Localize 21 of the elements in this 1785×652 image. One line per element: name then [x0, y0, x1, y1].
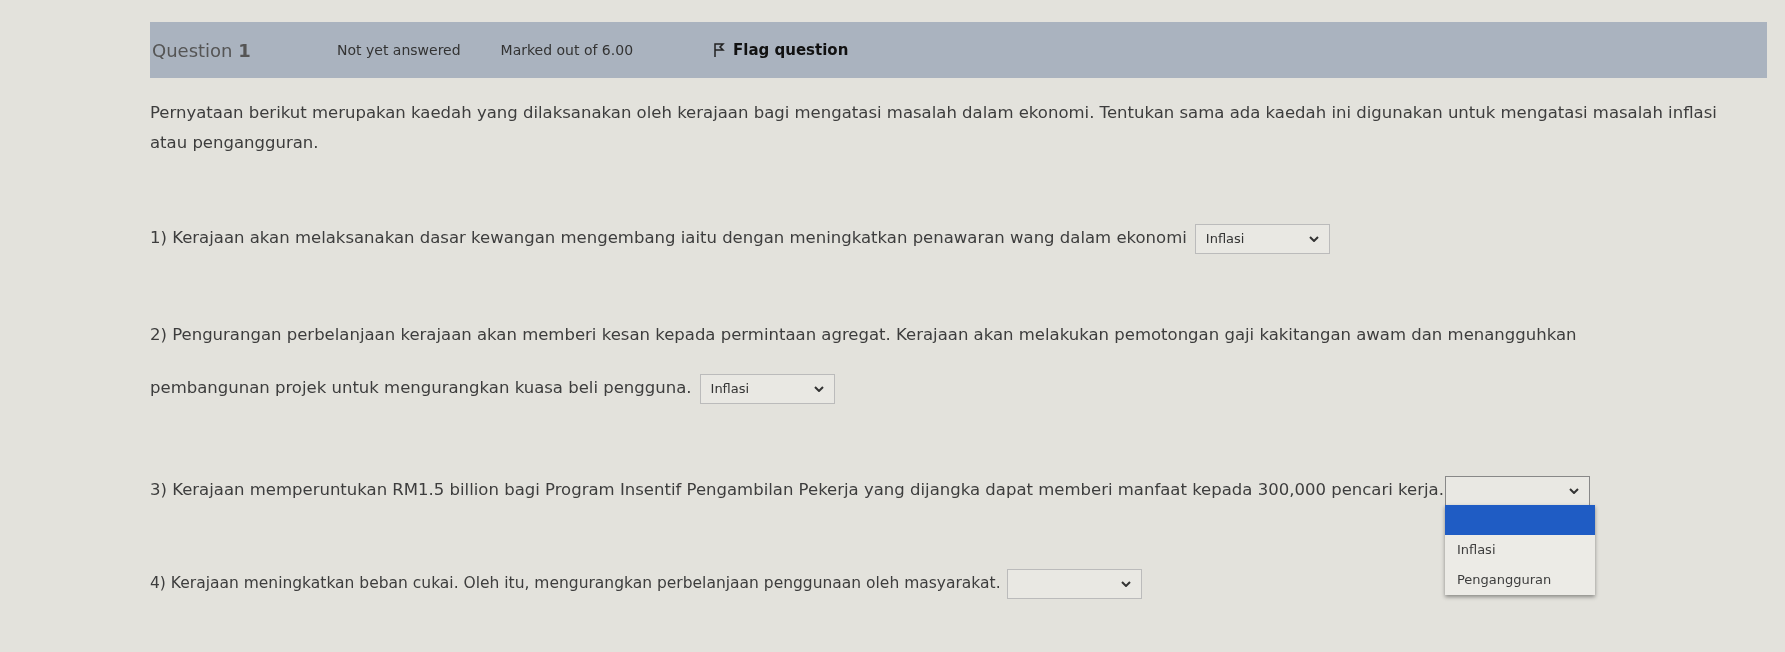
answer-dropdown[interactable]: Inflasi — [1194, 224, 1330, 254]
flag-icon — [713, 42, 726, 58]
answer-dropdown[interactable]: Inflasi — [699, 373, 835, 404]
flag-question-link[interactable]: Flag question — [713, 41, 849, 59]
statement-text: 3) Kerajaan memperuntukan RM1.5 billion bagi Program Insentif Pengambilan Pekerja yang dijangka dapat memberi manfaat kepada 300,000 pencari kerja. — [150, 480, 1444, 499]
answer-status: Not yet answered — [337, 42, 461, 58]
statement-text: 4) Kerajaan meningkatkan beban cukai. Oleh itu, mengurangkan perbelanjaan penggunaan oleh masyarakat. — [150, 573, 1001, 592]
caret-icon — [1120, 580, 1131, 587]
caret-icon — [1568, 488, 1579, 494]
statement-text: 1) Kerajaan akan melaksanakan dasar kewangan mengembang iaitu dengan meningkatkan penawaran wang dalam ekonomi — [150, 228, 1187, 247]
marks-text: Marked out of 6.00 — [500, 42, 634, 58]
question-title: Question 1 — [151, 39, 252, 61]
statement-text: 2) Pengurangan perbelanjaan kerajaan akan memberi kesan kepada permintaan agregat. Kerajaan akan melakukan pemotongan gaji kakitangan awam dan menangguhkan — [150, 323, 1577, 346]
dropdown-option[interactable]: Pengangguran — [1444, 564, 1595, 595]
caret-icon — [1308, 236, 1319, 242]
caret-icon — [813, 385, 824, 392]
dropdown-option[interactable] — [1444, 504, 1595, 535]
statement-text: pembangunan projek untuk mengurangkan kuasa beli pengguna. — [150, 377, 692, 397]
question-text: Pernyataan berikut merupakan kaedah yang dilaksanakan oleh kerajaan bagi mengatasi masalah dalam ekonomi. Tentukan sama ada kaedah ini digunakan untuk mengatasi masalah inflasi atau pengangguran. — [150, 102, 1718, 154]
dropdown-option[interactable]: Inflasi — [1444, 534, 1595, 565]
answer-dropdown[interactable] — [1444, 476, 1590, 506]
